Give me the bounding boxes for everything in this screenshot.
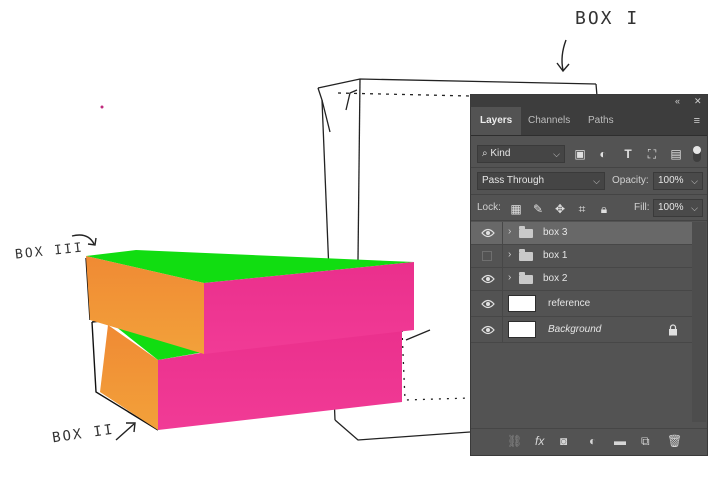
layer-row-background[interactable]: Background — [471, 317, 692, 343]
layer-name: box 1 — [543, 250, 568, 261]
collapse-icon[interactable]: « — [675, 95, 680, 107]
layer-row-box-2[interactable]: › box 2 — [471, 268, 692, 291]
opacity-field[interactable]: 100% ⌵ — [653, 172, 703, 190]
visibility-off-box[interactable] — [482, 251, 492, 261]
layer-name: box 3 — [543, 227, 568, 238]
link-icon[interactable]: ⛓ — [507, 435, 522, 447]
chevron-down-icon: ⌵ — [553, 149, 560, 159]
type-filter-icon[interactable]: T — [621, 147, 635, 161]
lock-all-icon[interactable]: 🔒︎ — [597, 202, 611, 216]
search-icon: ⌕ — [482, 148, 488, 159]
layer-list: › box 3 › box 1 › box 2 reference Backgr… — [471, 222, 692, 422]
layer-name: Background — [548, 324, 602, 335]
blend-row: Pass Through ⌵ Opacity: 100% ⌵ — [471, 170, 707, 192]
tab-channels[interactable]: Channels — [519, 107, 579, 135]
folder-icon[interactable]: ▬ — [614, 435, 626, 447]
layer-name: box 2 — [543, 273, 568, 284]
fill-field[interactable]: 100% ⌵ — [653, 199, 703, 217]
close-icon[interactable]: ✕ — [694, 95, 702, 107]
opacity-label: Opacity: — [612, 175, 649, 186]
panel-bottom-bar: ⛓ fx ◙ ◐ ▬ ⧉ 🗑︎ — [471, 428, 707, 455]
new-layer-icon[interactable]: ⧉ — [641, 435, 650, 447]
panel-menu-icon[interactable]: ≡ — [694, 116, 700, 127]
lock-transparent-icon[interactable]: ▦ — [509, 202, 523, 216]
expand-arrow-icon[interactable]: › — [508, 272, 511, 283]
opacity-value: 100% — [658, 175, 684, 186]
fx-icon[interactable]: fx — [535, 435, 544, 447]
box1-annotation: BOX I — [575, 8, 640, 29]
shape-filter-icon[interactable]: ⛶ — [645, 147, 659, 161]
chevron-down-icon: ⌵ — [593, 176, 600, 186]
eye-icon[interactable] — [481, 227, 495, 239]
filter-row: ⌕ Kind ⌵ ▣ ◐ T ⛶ ▤ — [471, 143, 707, 165]
smart-object-filter-icon[interactable]: ▤ — [669, 147, 683, 161]
expand-arrow-icon[interactable]: › — [508, 226, 511, 237]
layer-list-scrollbar[interactable] — [692, 222, 706, 422]
mask-icon[interactable]: ◙ — [560, 435, 567, 447]
tab-layers[interactable]: Layers — [471, 107, 522, 135]
fill-value: 100% — [658, 202, 684, 213]
adjustment-icon[interactable]: ◐ — [589, 435, 596, 447]
expand-arrow-icon[interactable]: › — [508, 249, 511, 260]
filter-toggle[interactable] — [693, 146, 701, 162]
layer-row-reference[interactable]: reference — [471, 291, 692, 317]
lock-row: Lock: ▦ ✎ ✥ ⌗ 🔒︎ Fill: 100% ⌵ — [471, 197, 707, 219]
layers-panel: « ✕ Layers Channels Paths ≡ ⌕ Kind ⌵ ▣ ◐… — [470, 94, 708, 456]
eye-icon[interactable] — [481, 273, 495, 285]
adjustment-filter-icon[interactable]: ◐ — [596, 147, 610, 161]
blend-mode-value: Pass Through — [482, 175, 545, 186]
filter-kind-value: Kind — [490, 148, 511, 159]
layer-thumbnail — [508, 321, 536, 338]
panel-tabs: Layers Channels Paths ≡ — [471, 107, 707, 136]
trash-icon[interactable]: 🗑︎ — [667, 435, 682, 447]
layer-row-box-3[interactable]: › box 3 — [471, 222, 692, 245]
folder-icon — [519, 226, 533, 238]
chevron-down-icon: ⌵ — [691, 203, 698, 213]
folder-icon — [519, 272, 533, 284]
folder-icon — [519, 249, 533, 261]
lock-position-icon[interactable]: ✥ — [553, 202, 567, 216]
filter-kind-select[interactable]: ⌕ Kind ⌵ — [477, 145, 565, 163]
tab-paths[interactable]: Paths — [579, 107, 623, 135]
fill-label: Fill: — [634, 202, 650, 213]
lock-label: Lock: — [477, 202, 501, 213]
layer-row-box-1[interactable]: › box 1 — [471, 245, 692, 268]
eye-icon[interactable] — [481, 298, 495, 310]
layer-thumbnail — [508, 295, 536, 312]
panel-top-strip: « ✕ — [471, 95, 707, 107]
image-filter-icon[interactable]: ▣ — [573, 147, 587, 161]
lock-paint-icon[interactable]: ✎ — [531, 202, 545, 216]
blend-mode-select[interactable]: Pass Through ⌵ — [477, 172, 605, 190]
lock-icon — [669, 324, 677, 336]
chevron-down-icon: ⌵ — [691, 176, 698, 186]
lock-artboard-icon[interactable]: ⌗ — [575, 202, 589, 216]
eye-icon[interactable] — [481, 324, 495, 336]
layer-name: reference — [548, 298, 591, 309]
